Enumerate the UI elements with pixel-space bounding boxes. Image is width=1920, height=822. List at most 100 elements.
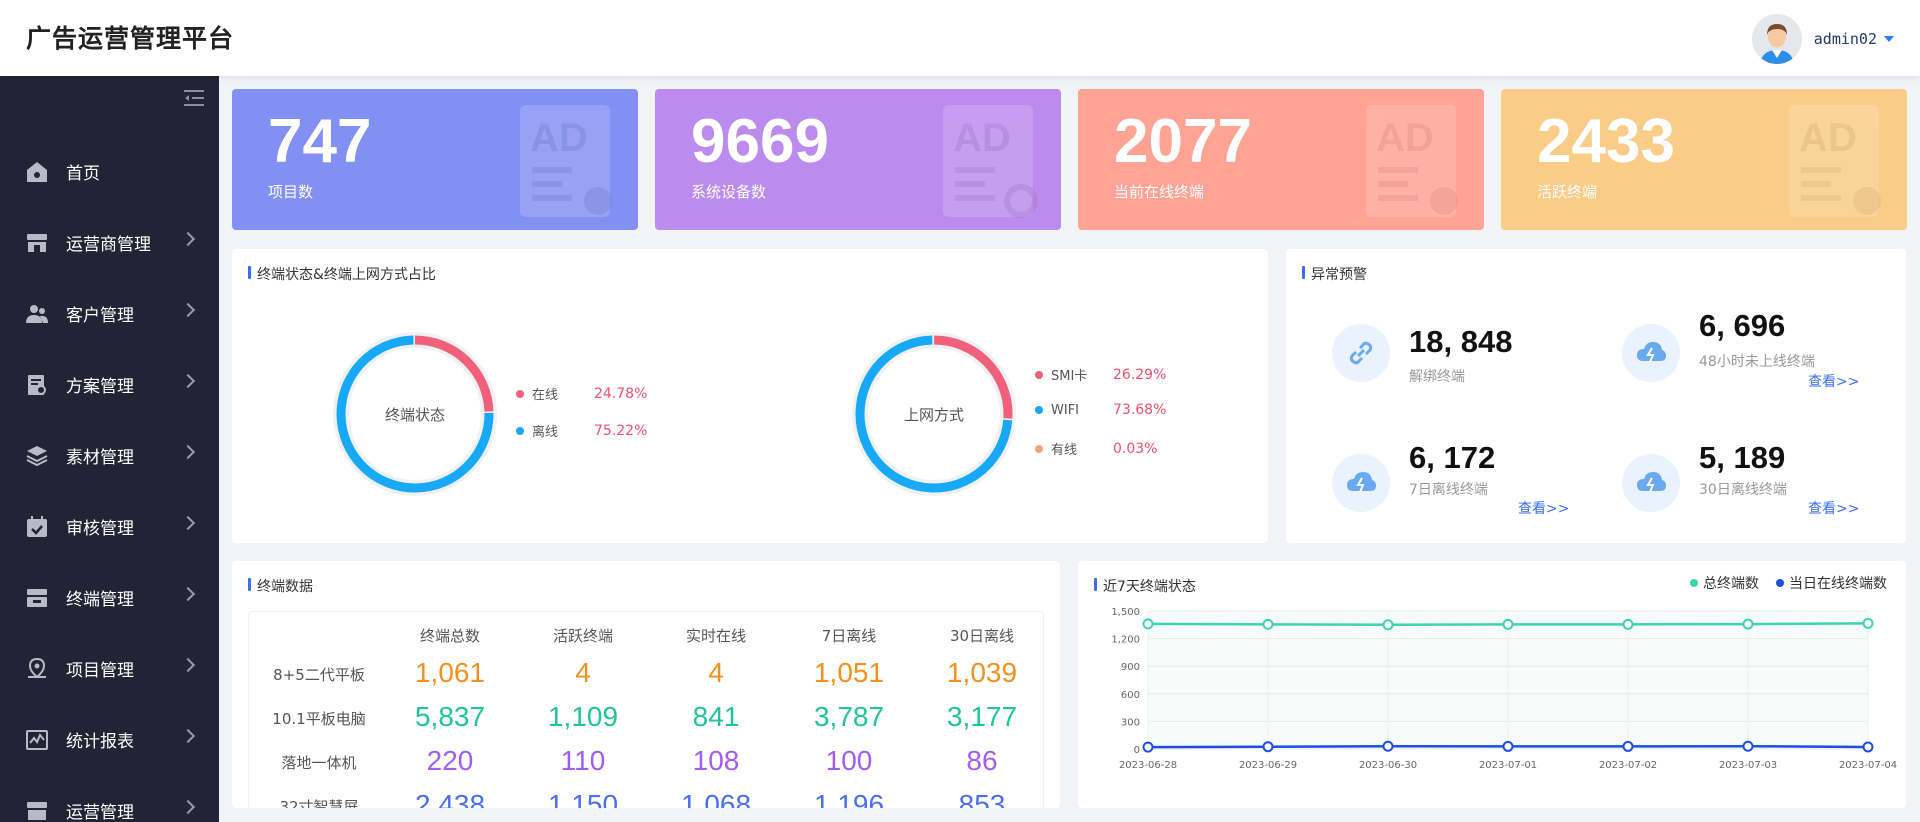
ad-link-icon: AD (1366, 105, 1458, 217)
username[interactable]: admin02 (1814, 30, 1877, 48)
sidebar-item-operation[interactable]: 运营管理 (0, 775, 219, 822)
chevron-right-icon (180, 373, 196, 389)
chevron-right-icon (180, 515, 196, 531)
panel-title: 异常预警 (1302, 264, 1367, 284)
legend-dot (1035, 444, 1043, 453)
table-cell: 3,177 (946, 701, 1018, 732)
sidebar-item-label: 方案管理 (66, 377, 134, 397)
data-point[interactable] (1262, 618, 1274, 630)
table-row: 32寸智慧屏 2,438 1,150 1,068 1,196 853 (249, 784, 1043, 808)
user-menu[interactable]: admin02 (1751, 14, 1894, 64)
menu-collapse-icon[interactable] (182, 88, 206, 108)
sidebar-item-label: 审核管理 (66, 519, 134, 539)
data-point[interactable] (1862, 617, 1874, 629)
data-point[interactable] (1622, 618, 1634, 630)
layers-icon (24, 443, 50, 469)
data-point[interactable] (1502, 740, 1514, 752)
sidebar-item-operator[interactable]: 运营商管理 (0, 207, 219, 278)
chevron-right-icon (180, 231, 196, 247)
data-point[interactable] (1142, 618, 1154, 630)
avatar[interactable] (1751, 14, 1802, 64)
data-point[interactable] (1862, 741, 1874, 753)
view-7d-offline-link[interactable]: 查看>> (1518, 498, 1569, 518)
map-pin-icon (24, 656, 50, 682)
legend-name: 离线 (532, 425, 559, 440)
sidebar-item-home[interactable]: 首页 (0, 136, 219, 207)
line-chart: 0 300 600 900 1,200 1,500 2023-06-28 2023-06-29… (1111, 607, 1897, 771)
alert-value: 6, 696 (1699, 308, 1786, 343)
sidebar-item-label: 统计报表 (66, 732, 134, 752)
table-cell: 4 (575, 657, 591, 688)
y-tick-label: 900 (1121, 662, 1140, 673)
stat-card-projects[interactable]: 747 项目数 AD (232, 89, 638, 230)
column-header: 活跃终端 (552, 627, 614, 645)
table-cell: 841 (692, 701, 740, 732)
sidebar-item-plan[interactable]: 方案管理 (0, 349, 219, 420)
alert-label: 48小时未上线终端 (1699, 354, 1815, 370)
operation-icon (24, 798, 50, 822)
data-point[interactable] (1742, 618, 1754, 630)
alert-value: 18, 848 (1409, 324, 1513, 359)
table-cell: 1,039 (946, 657, 1018, 688)
data-point[interactable] (1142, 741, 1154, 753)
view-48h-offline-link[interactable]: 查看>> (1808, 371, 1859, 391)
server-icon (24, 585, 50, 611)
table-row: 落地一体机 220 110 108 100 86 (249, 740, 1043, 784)
home-icon (24, 159, 50, 185)
sidebar-item-label: 素材管理 (66, 448, 134, 468)
legend-name: WIFI (1051, 402, 1079, 418)
svg-text:AD: AD (1799, 116, 1857, 160)
sidebar-item-label: 客户管理 (66, 306, 134, 326)
table-cell: 220 (426, 745, 474, 776)
data-point[interactable] (1262, 741, 1274, 753)
users-icon (24, 301, 50, 327)
stat-value: 9669 (691, 107, 829, 176)
legend-item: 离线 75.22% (516, 421, 647, 440)
table-cell: 2,438 (414, 789, 486, 808)
svg-text:AD: AD (530, 116, 588, 160)
sidebar: 首页 运营商管理 客户管理 方案管理 素材管理 审核管理 终端管理 项目管理 统… (0, 76, 219, 822)
y-tick-label: 1,200 (1111, 635, 1140, 646)
document-search-icon (24, 372, 50, 398)
stat-label: 当前在线终端 (1114, 183, 1205, 201)
table-cell: 1,051 (813, 657, 885, 688)
stat-card-devices[interactable]: 9669 系统设备数 AD (655, 89, 1061, 230)
cloud-offline-icon (1332, 454, 1390, 512)
chevron-right-icon (180, 657, 196, 673)
caret-down-icon[interactable] (1884, 36, 1894, 42)
view-30d-offline-link[interactable]: 查看>> (1808, 498, 1859, 518)
terminal-data-panel: 终端数据 终端总数 活跃终端 实时在线 7日离线 30日离线 8+5二代平板 1,… (232, 561, 1060, 808)
sidebar-item-material[interactable]: 素材管理 (0, 420, 219, 491)
stat-card-online[interactable]: 2077 当前在线终端 AD (1078, 89, 1484, 230)
chevron-right-icon (180, 728, 196, 744)
sidebar-item-review[interactable]: 审核管理 (0, 491, 219, 562)
svg-text:AD: AD (1376, 116, 1434, 160)
stat-label: 系统设备数 (691, 183, 767, 201)
x-tick-label: 2023-07-04 (1839, 760, 1897, 771)
data-point[interactable] (1502, 618, 1514, 630)
chevron-right-icon (180, 444, 196, 460)
data-point[interactable] (1382, 740, 1394, 752)
legend-name: SMI卡 (1051, 369, 1088, 384)
terminal-status-donut: 终端状态 (333, 332, 497, 496)
data-point[interactable] (1742, 740, 1754, 752)
ad-gear-icon: AD (943, 105, 1038, 218)
table-cell: 86 (966, 745, 998, 776)
stat-card-active[interactable]: 2433 活跃终端 AD (1501, 89, 1907, 230)
table-cell: 108 (692, 745, 740, 776)
cloud-offline-icon (1622, 324, 1680, 382)
data-point[interactable] (1382, 619, 1394, 631)
y-tick-label: 300 (1121, 717, 1140, 728)
donut-center-label: 终端状态 (385, 406, 445, 424)
sidebar-item-customer[interactable]: 客户管理 (0, 278, 219, 349)
cloud-offline-icon (1622, 454, 1680, 512)
sidebar-item-report[interactable]: 统计报表 (0, 704, 219, 775)
legend-item: SMI卡 26.29% (1035, 365, 1166, 384)
data-point[interactable] (1622, 740, 1634, 752)
terminal-data-table: 终端总数 活跃终端 实时在线 7日离线 30日离线 8+5二代平板 1,061 4 4… (248, 611, 1044, 808)
sidebar-item-project[interactable]: 项目管理 (0, 633, 219, 704)
x-tick-label: 2023-07-03 (1719, 760, 1777, 771)
sidebar-item-terminal[interactable]: 终端管理 (0, 562, 219, 633)
legend-item: 在线 24.78% (516, 384, 647, 403)
table-cell: 1,150 (547, 789, 619, 808)
